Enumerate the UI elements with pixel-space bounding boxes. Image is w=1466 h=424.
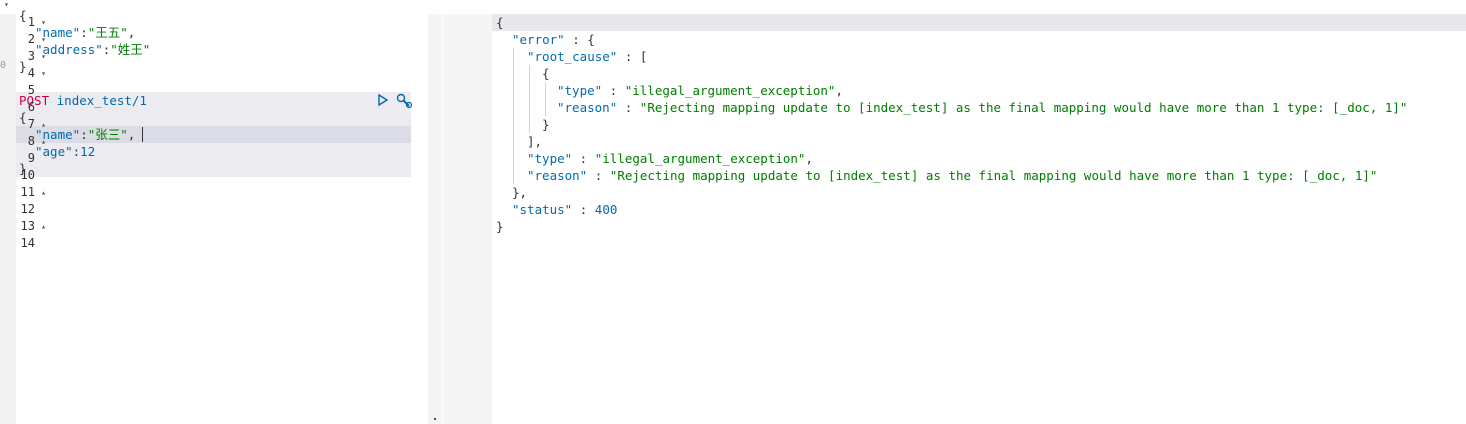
indent-guide — [529, 65, 530, 133]
response-line: "error" : { — [512, 32, 595, 47]
code-line: "name":"张三", — [35, 127, 136, 142]
line-number-row: 7 ▴ — [27, 116, 46, 133]
fold-toggle-icon[interactable]: ▾ — [41, 31, 46, 48]
line-number-row: 13 ▴ — [20, 218, 46, 235]
line-number-row: 4 ▾ — [27, 65, 46, 82]
response-line: "root_cause" : [ — [527, 49, 648, 64]
code-line: "name":"王五", — [35, 25, 136, 40]
line-number-row: 11 ▴ — [20, 184, 46, 201]
top-strip: ▾ — [0, 0, 440, 14]
fold-arrow-icon[interactable]: ▾ — [4, 0, 9, 9]
response-line: { — [496, 15, 504, 30]
fold-toggle-icon[interactable]: ▴ — [41, 133, 46, 150]
play-icon[interactable] — [377, 93, 389, 110]
response-line: }, — [512, 185, 528, 200]
response-line: "status" : 400 — [512, 202, 618, 217]
response-gutter — [443, 14, 492, 424]
line-number-row: 9 — [27, 151, 35, 165]
request-editor[interactable] — [16, 14, 428, 424]
code-line: "address":"姓王" — [35, 42, 151, 57]
request-editor-scrollbar[interactable] — [428, 14, 442, 424]
line-number-row: 8 ▴ — [27, 133, 46, 150]
response-line: } — [542, 117, 550, 132]
fold-toggle-icon[interactable]: ▴ — [41, 116, 46, 133]
response-line: "reason" : "Rejecting mapping update to … — [557, 100, 1408, 115]
response-line: "type" : "illegal_argument_exception", — [527, 151, 813, 166]
text-cursor — [142, 127, 143, 142]
response-line: "type" : "illegal_argument_exception", — [557, 83, 843, 98]
line-number-row: 14 — [20, 236, 35, 250]
fold-toggle-icon[interactable]: ▴ — [41, 184, 46, 201]
indent-guide — [513, 48, 514, 184]
scroll-indicator — [434, 418, 436, 420]
fold-toggle-icon[interactable]: ▾ — [41, 48, 46, 65]
line-number-row: 12 — [20, 202, 35, 216]
request-path: index_test/1 — [56, 93, 147, 108]
response-active-line — [492, 14, 1466, 31]
response-line: { — [542, 66, 550, 81]
fold-toggle-icon[interactable]: ▴ — [41, 218, 46, 235]
response-viewer[interactable] — [492, 14, 1466, 424]
response-line: ], — [527, 134, 543, 149]
indent-guide — [545, 82, 546, 116]
wrench-icon[interactable] — [395, 93, 413, 112]
fold-toggle-icon[interactable]: ▾ — [41, 65, 46, 82]
line-number-row: 3 ▾ — [27, 48, 46, 65]
line-number-row: 6 — [27, 100, 35, 114]
response-line: "reason" : "Rejecting mapping update to … — [527, 168, 1378, 183]
line-number-row: 5 — [27, 83, 35, 97]
response-line: } — [496, 219, 504, 234]
fold-toggle-icon[interactable]: ▾ — [41, 14, 46, 31]
line-number-row: 1 ▾ — [27, 14, 46, 31]
line-number-row: 2 ▾ — [27, 31, 46, 48]
line-number-row: 10 — [20, 168, 35, 182]
